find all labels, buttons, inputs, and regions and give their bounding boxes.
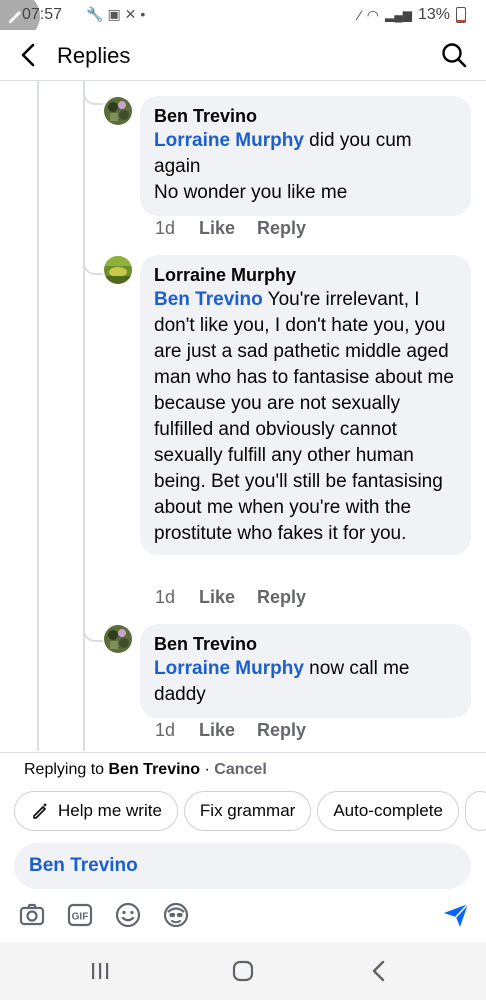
comment-body-line: No wonder you like me <box>154 182 348 203</box>
auto-complete-chip[interactable]: Auto-complete <box>317 791 459 831</box>
camera-icon[interactable] <box>18 901 46 929</box>
replying-to-bar: Replying to Ben Trevino · Cancel <box>24 761 267 779</box>
comment-bubble[interactable]: Ben Trevino Lorraine Murphy now call me … <box>140 624 471 718</box>
back-arrow-icon[interactable] <box>14 40 44 70</box>
ai-suggestion-chips: Help me write Fix grammar Auto-complete <box>14 791 486 831</box>
home-icon[interactable] <box>228 958 258 984</box>
app-header: Replies <box>0 30 486 81</box>
thread-branch <box>83 81 103 105</box>
comment-text: Lorraine Murphy now call me daddy <box>154 656 457 708</box>
like-button[interactable]: Like <box>199 587 257 608</box>
reply-button[interactable]: Reply <box>257 720 306 741</box>
back-icon[interactable] <box>365 958 395 984</box>
thread-branch <box>83 251 103 275</box>
comment-time: 1d <box>155 587 176 607</box>
mute-icon: ⁄ <box>358 7 361 23</box>
wrench-icon: 🔧 <box>86 6 108 22</box>
comment-body: You're irrelevant, I don't like you, I d… <box>154 289 454 544</box>
like-button[interactable]: Like <box>199 720 257 741</box>
wifi-icon: ◠ <box>366 6 379 23</box>
chip-label: Help me write <box>58 801 162 820</box>
help-me-write-chip[interactable]: Help me write <box>14 791 178 831</box>
recent-apps-icon[interactable] <box>85 958 115 984</box>
comment-author[interactable]: Ben Trevino <box>154 104 457 128</box>
thread-guide-line <box>37 81 39 751</box>
send-icon[interactable] <box>442 901 470 929</box>
status-bar: 07:57 🔧▣✕• ⁄ ◠ ▂▄▆ 13% <box>0 0 486 40</box>
avatar-sticker-icon[interactable] <box>162 901 190 929</box>
status-right: ⁄ ◠ ▂▄▆ 13% <box>358 6 466 24</box>
reply-button[interactable]: Reply <box>257 218 306 239</box>
avatar[interactable] <box>104 97 132 125</box>
comment-time: 1d <box>155 720 176 740</box>
signal-icon: ▂▄▆ <box>385 8 412 22</box>
comment-actions: 1d Like Reply <box>155 587 306 608</box>
image-icon: ▣ <box>107 6 125 22</box>
comment-text: Lorraine Murphy did you cum again No won… <box>154 128 457 206</box>
cancel-reply-button[interactable]: Cancel <box>214 761 266 778</box>
reply-composer: Replying to Ben Trevino · Cancel Help me… <box>0 752 486 943</box>
comment-author[interactable]: Ben Trevino <box>154 632 457 656</box>
mention-link[interactable]: Lorraine Murphy <box>154 658 304 679</box>
battery-percent: 13% <box>417 6 450 23</box>
replying-name: Ben Trevino <box>108 761 201 778</box>
battery-icon <box>456 7 466 23</box>
mention-link[interactable]: Lorraine Murphy <box>154 130 304 151</box>
mention-link[interactable]: Ben Trevino <box>154 289 263 310</box>
emoji-icon[interactable] <box>114 901 142 929</box>
dot-icon: • <box>140 6 150 22</box>
system-nav-bar <box>0 942 486 1000</box>
notification-icons: 🔧▣✕• <box>86 6 149 23</box>
reply-guide-line <box>83 81 85 751</box>
reply-thread: Ben Trevino Lorraine Murphy did you cum … <box>0 81 486 751</box>
comment-actions: 1d Like Reply <box>155 218 306 239</box>
comment-bubble[interactable]: Lorraine Murphy Ben Trevino You're irrel… <box>140 255 471 555</box>
page-title: Replies <box>57 43 131 68</box>
fix-grammar-chip[interactable]: Fix grammar <box>183 791 312 831</box>
comment-actions: 1d Like Reply <box>155 720 306 741</box>
comment-bubble[interactable]: Ben Trevino Lorraine Murphy did you cum … <box>140 96 471 216</box>
reply-input-mention: Ben Trevino <box>29 855 138 876</box>
more-chip[interactable] <box>464 791 486 831</box>
comment-text: Ben Trevino You're irrelevant, I don't l… <box>154 287 457 547</box>
composer-toolbar: GIF <box>18 901 478 931</box>
reply-button[interactable]: Reply <box>257 587 306 608</box>
comment-author[interactable]: Lorraine Murphy <box>154 263 457 287</box>
avatar[interactable] <box>104 625 132 653</box>
pencil-sparkle-icon <box>33 803 47 819</box>
chip-label: Auto-complete <box>333 801 443 820</box>
svg-text:GIF: GIF <box>72 912 89 923</box>
status-time: 07:57 <box>22 6 63 23</box>
reply-input[interactable]: Ben Trevino <box>14 843 471 889</box>
missed-call-icon: ✕ <box>124 6 141 22</box>
thread-branch <box>83 618 103 642</box>
gif-icon[interactable]: GIF <box>66 901 94 929</box>
search-icon[interactable] <box>440 41 468 69</box>
chip-label: Fix grammar <box>199 801 296 820</box>
avatar[interactable] <box>104 256 132 284</box>
replying-prefix: Replying to <box>24 761 109 778</box>
like-button[interactable]: Like <box>199 218 257 239</box>
replying-separator: · <box>200 761 215 778</box>
comment-time: 1d <box>155 218 176 238</box>
